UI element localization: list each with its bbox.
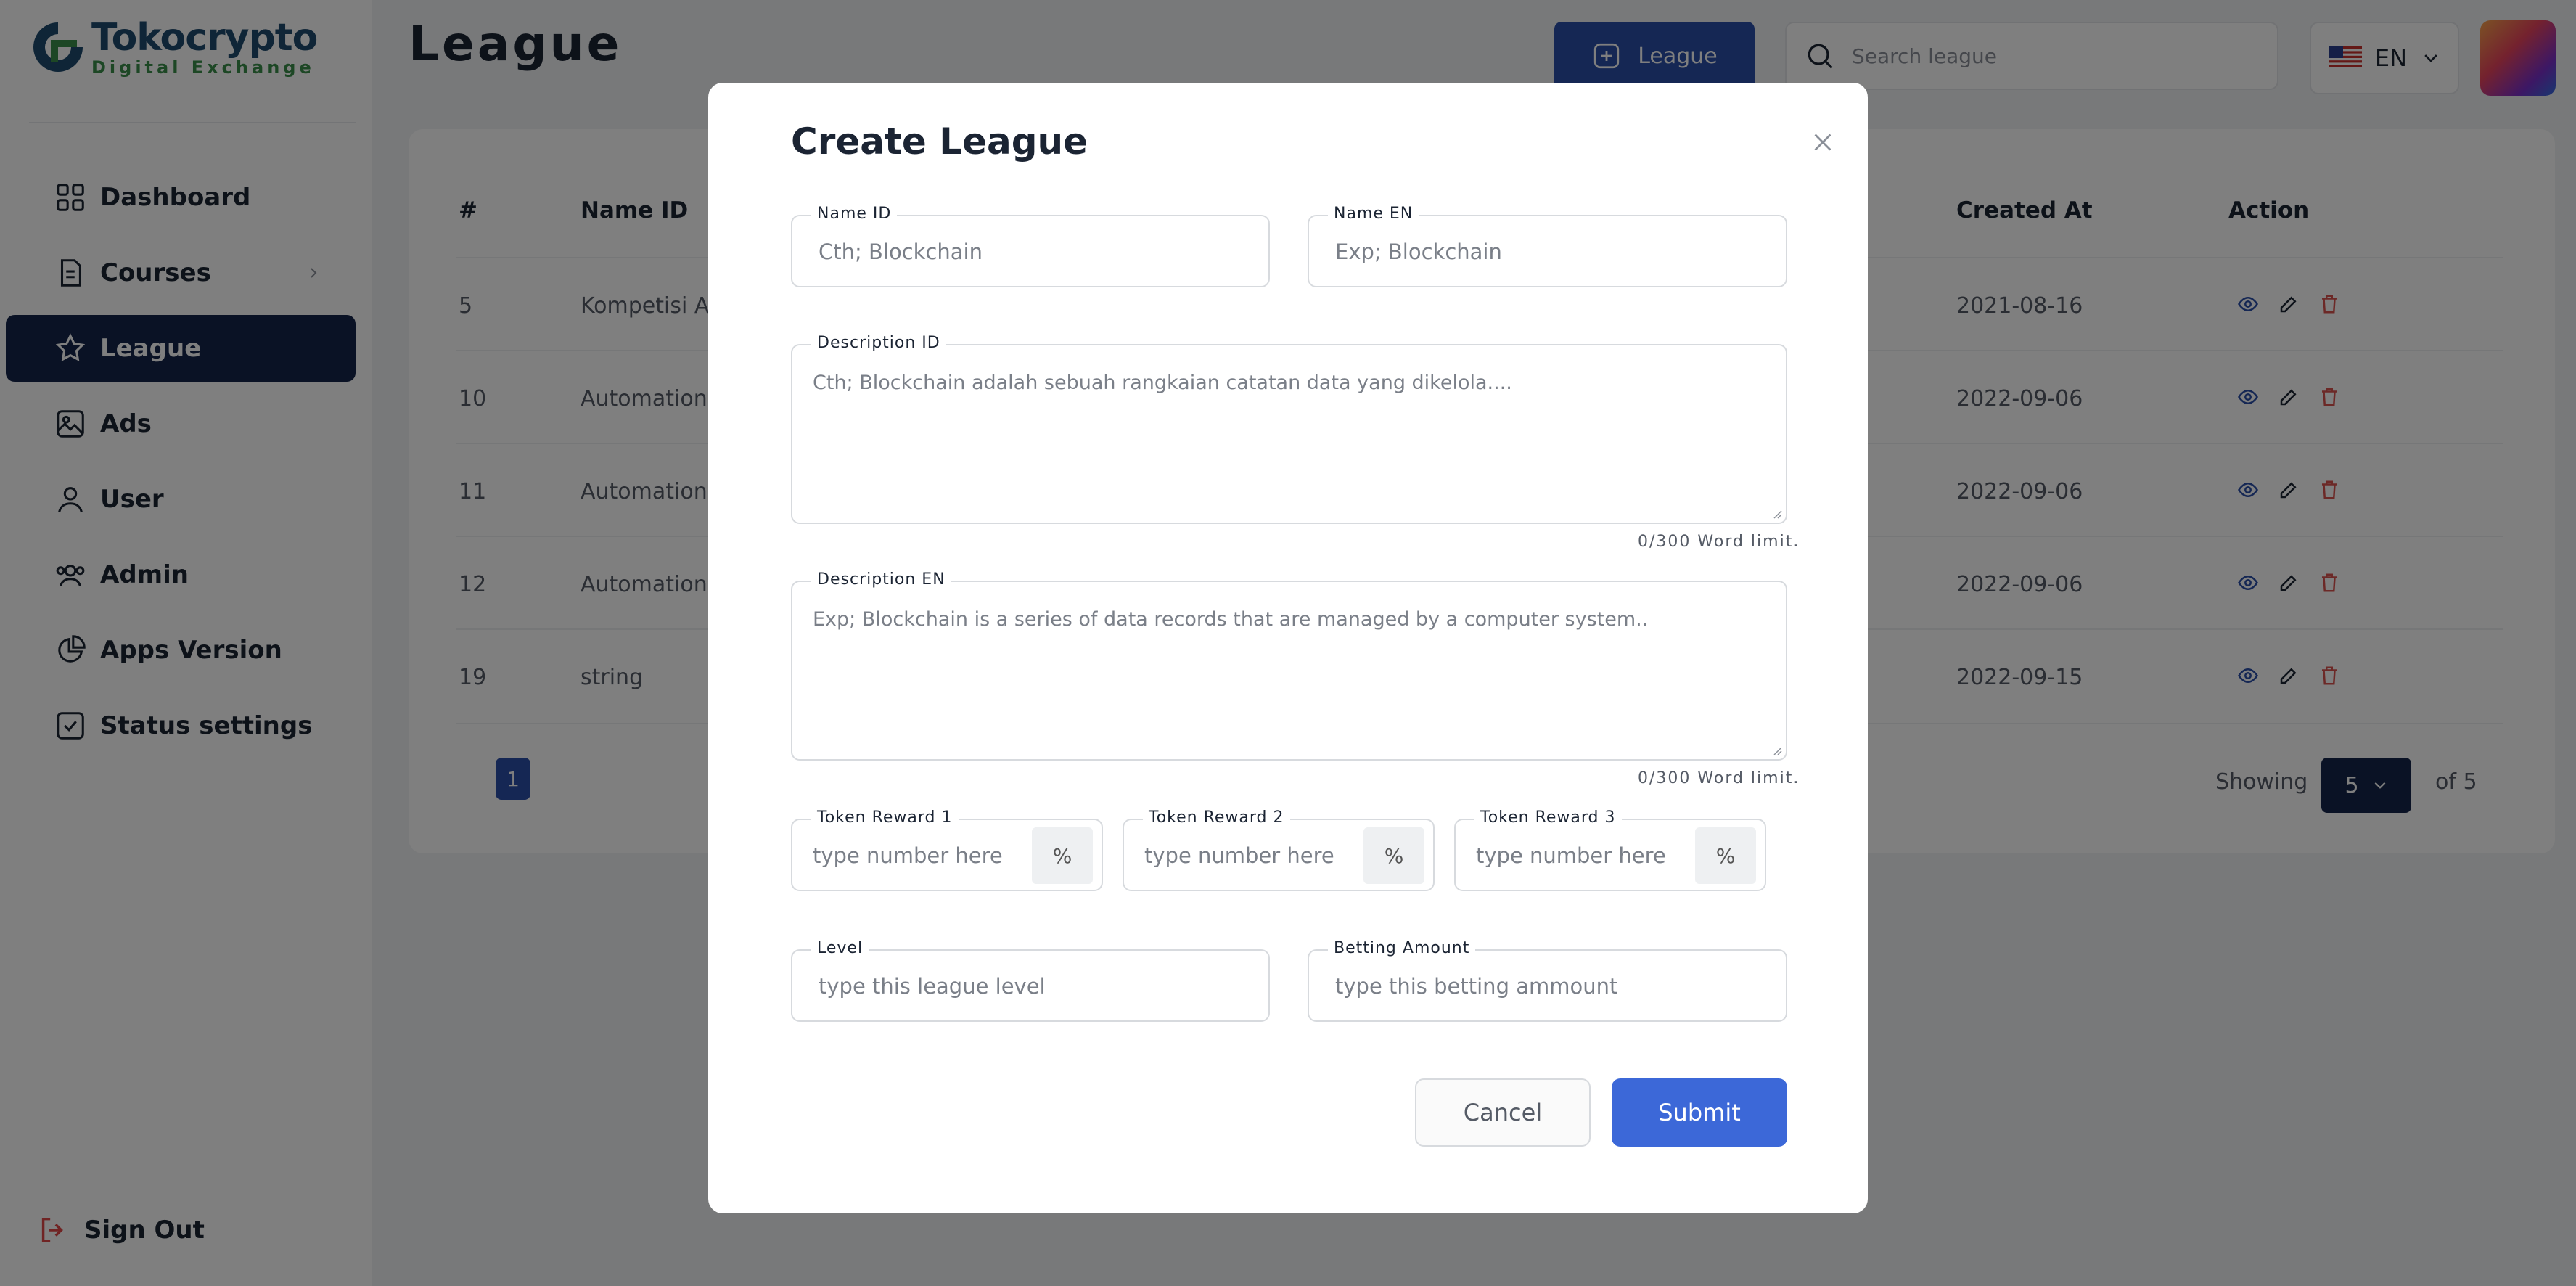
resize-handle-icon[interactable] [1770, 743, 1783, 756]
token-reward-2-field: Token Reward 2 % [1123, 808, 1435, 891]
description-id-field: Description ID [791, 334, 1787, 524]
percent-suffix: % [1695, 827, 1756, 884]
token-reward-2-input[interactable] [1143, 820, 1349, 891]
description-id-textarea[interactable] [811, 367, 1770, 511]
close-icon[interactable] [1810, 129, 1836, 155]
modal-title: Create League [791, 120, 1088, 163]
name-id-field: Name ID [791, 205, 1270, 287]
description-en-word-limit: 0/300 Word limit. [1638, 769, 1800, 787]
percent-suffix: % [1363, 827, 1424, 884]
level-field: Level [791, 939, 1270, 1022]
description-en-field: Description EN [791, 570, 1787, 761]
name-id-input[interactable] [817, 216, 1252, 287]
token-reward-3-field: Token Reward 3 % [1454, 808, 1766, 891]
name-en-input[interactable] [1334, 216, 1770, 287]
betting-amount-field: Betting Amount [1308, 939, 1787, 1022]
description-id-label: Description ID [811, 334, 946, 352]
betting-amount-input[interactable] [1334, 951, 1770, 1022]
token-reward-3-input[interactable] [1474, 820, 1681, 891]
percent-suffix: % [1032, 827, 1093, 884]
level-input[interactable] [817, 951, 1252, 1022]
description-id-word-limit: 0/300 Word limit. [1638, 533, 1800, 551]
submit-button[interactable]: Submit [1612, 1078, 1787, 1147]
create-league-modal: Create League Name ID Name EN Descriptio… [708, 83, 1868, 1213]
token-reward-1-input[interactable] [811, 820, 1017, 891]
resize-handle-icon[interactable] [1770, 507, 1783, 520]
description-en-textarea[interactable] [811, 604, 1770, 748]
name-en-field: Name EN [1308, 205, 1787, 287]
token-reward-1-field: Token Reward 1 % [791, 808, 1103, 891]
cancel-button[interactable]: Cancel [1415, 1078, 1591, 1147]
description-en-label: Description EN [811, 570, 951, 589]
